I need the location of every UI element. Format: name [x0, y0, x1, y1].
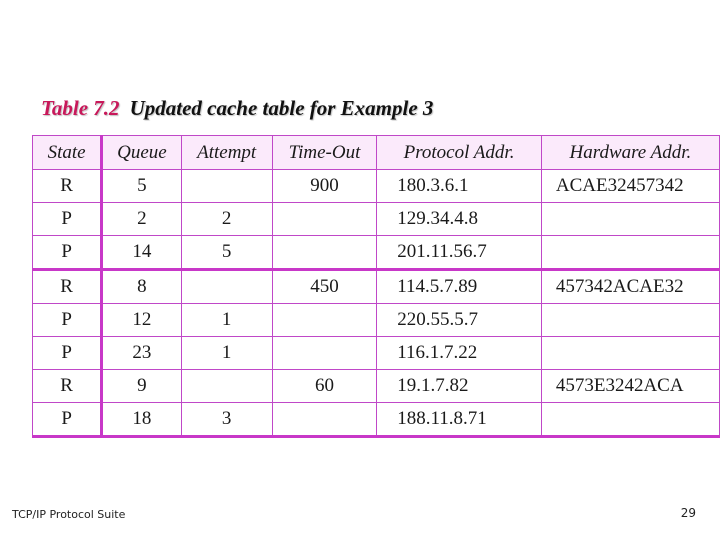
table-row: P 18 3 188.11.8.71 — [31, 402, 720, 438]
cell-attempt: 1 — [180, 303, 273, 337]
cell-time-out: 60 — [271, 369, 378, 403]
cell-attempt — [180, 369, 273, 403]
cell-queue: 5 — [101, 169, 182, 203]
cell-protocol-addr: 116.1.7.22 — [376, 336, 542, 370]
cell-time-out — [271, 336, 378, 370]
cell-hardware-addr: 457342ACAE32 — [540, 268, 720, 304]
header-state: State — [31, 135, 104, 170]
cell-state: R — [31, 369, 104, 403]
cell-attempt: 3 — [180, 402, 273, 438]
footer-title: TCP/IP Protocol Suite — [12, 508, 126, 521]
cell-state: P — [31, 402, 104, 438]
header-row: State Queue Attempt Time-Out Protocol Ad… — [31, 135, 720, 170]
caption-title: Updated cache table for Example 3 — [129, 96, 434, 120]
cell-time-out — [271, 303, 378, 337]
cell-time-out: 900 — [271, 169, 378, 203]
cell-queue: 2 — [101, 202, 182, 236]
cell-protocol-addr: 201.11.56.7 — [376, 235, 542, 270]
cell-attempt: 1 — [180, 336, 273, 370]
cell-hardware-addr — [540, 336, 720, 370]
table-row: R 9 60 19.1.7.82 4573E3242ACA — [31, 369, 720, 403]
cell-time-out: 450 — [271, 268, 378, 304]
table-row: P 23 1 116.1.7.22 — [31, 336, 720, 370]
cell-state: P — [31, 303, 104, 337]
cell-hardware-addr: 4573E3242ACA — [540, 369, 720, 403]
cell-hardware-addr — [540, 202, 720, 236]
cell-protocol-addr: 180.3.6.1 — [376, 169, 542, 203]
cell-state: P — [31, 336, 104, 370]
cell-queue: 12 — [101, 303, 182, 337]
cell-attempt: 5 — [180, 235, 273, 270]
header-queue: Queue — [101, 135, 182, 170]
cell-protocol-addr: 220.55.5.7 — [376, 303, 542, 337]
header-protocol-addr: Protocol Addr. — [376, 135, 542, 170]
cell-state: R — [31, 268, 104, 304]
table-caption: Table 7.2 Updated cache table for Example… — [41, 96, 433, 121]
cell-queue: 14 — [101, 235, 182, 270]
cell-queue: 18 — [101, 402, 182, 438]
cell-queue: 23 — [101, 336, 182, 370]
cell-protocol-addr: 188.11.8.71 — [376, 402, 542, 438]
table-row: R 8 450 114.5.7.89 457342ACAE32 — [31, 268, 720, 304]
cell-protocol-addr: 129.34.4.8 — [376, 202, 542, 236]
header-hardware-addr: Hardware Addr. — [540, 135, 720, 170]
table-row: P 12 1 220.55.5.7 — [31, 303, 720, 337]
header-time-out: Time-Out — [271, 135, 378, 170]
cache-table: State Queue Attempt Time-Out Protocol Ad… — [31, 135, 720, 438]
cell-state: P — [31, 235, 104, 270]
table-row: R 5 900 180.3.6.1 ACAE32457342 — [31, 169, 720, 203]
cell-hardware-addr: ACAE32457342 — [540, 169, 720, 203]
page-number: 29 — [680, 506, 696, 520]
cell-time-out — [271, 202, 378, 236]
cell-protocol-addr: 114.5.7.89 — [376, 268, 542, 304]
cell-queue: 9 — [101, 369, 182, 403]
cell-hardware-addr — [540, 235, 720, 270]
cell-queue: 8 — [101, 268, 182, 304]
cell-time-out — [271, 402, 378, 438]
cell-protocol-addr: 19.1.7.82 — [376, 369, 542, 403]
table-row: P 14 5 201.11.56.7 — [31, 235, 720, 270]
header-attempt: Attempt — [180, 135, 273, 170]
cell-attempt: 2 — [180, 202, 273, 236]
table-row: P 2 2 129.34.4.8 — [31, 202, 720, 236]
cell-hardware-addr — [540, 303, 720, 337]
cell-time-out — [271, 235, 378, 270]
cell-state: P — [31, 202, 104, 236]
cell-hardware-addr — [540, 402, 720, 438]
caption-number: Table 7.2 — [41, 96, 120, 120]
cell-attempt — [180, 169, 273, 203]
cell-attempt — [180, 268, 273, 304]
cell-state: R — [31, 169, 104, 203]
